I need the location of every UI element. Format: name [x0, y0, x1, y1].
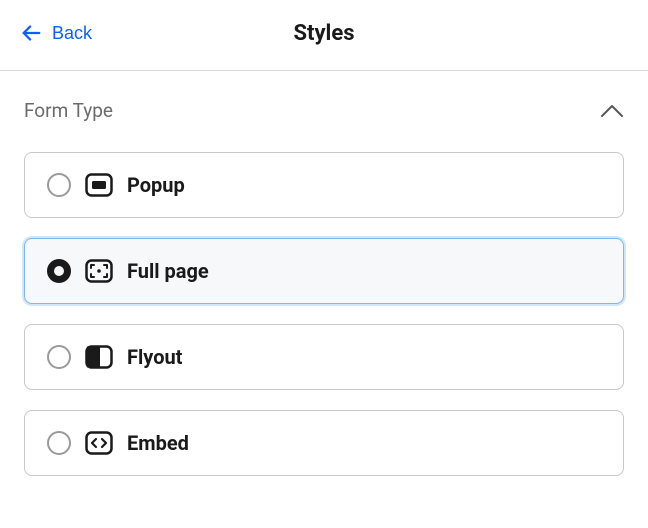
radio-flyout[interactable] — [47, 345, 71, 369]
section-title: Form Type — [24, 99, 113, 122]
flyout-icon — [85, 343, 113, 371]
back-button[interactable]: Back — [20, 22, 92, 44]
chevron-up-icon — [600, 104, 624, 118]
form-type-section: Form Type Popup Full page — [0, 71, 648, 476]
back-label: Back — [52, 23, 92, 44]
option-flyout[interactable]: Flyout — [24, 324, 624, 390]
option-label: Embed — [127, 431, 189, 455]
option-label: Popup — [127, 173, 185, 197]
popup-icon — [85, 171, 113, 199]
radio-embed[interactable] — [47, 431, 71, 455]
section-header[interactable]: Form Type — [24, 99, 624, 122]
option-fullpage[interactable]: Full page — [24, 238, 624, 304]
form-type-options: Popup Full page Flyout — [24, 152, 624, 476]
radio-popup[interactable] — [47, 173, 71, 197]
option-popup[interactable]: Popup — [24, 152, 624, 218]
radio-fullpage[interactable] — [47, 259, 71, 283]
fullpage-icon — [85, 257, 113, 285]
header: Back Styles — [0, 0, 648, 71]
embed-icon — [85, 429, 113, 457]
option-label: Flyout — [127, 345, 182, 369]
back-arrow-icon — [20, 22, 42, 44]
page-title: Styles — [293, 21, 354, 46]
option-label: Full page — [127, 259, 209, 283]
option-embed[interactable]: Embed — [24, 410, 624, 476]
